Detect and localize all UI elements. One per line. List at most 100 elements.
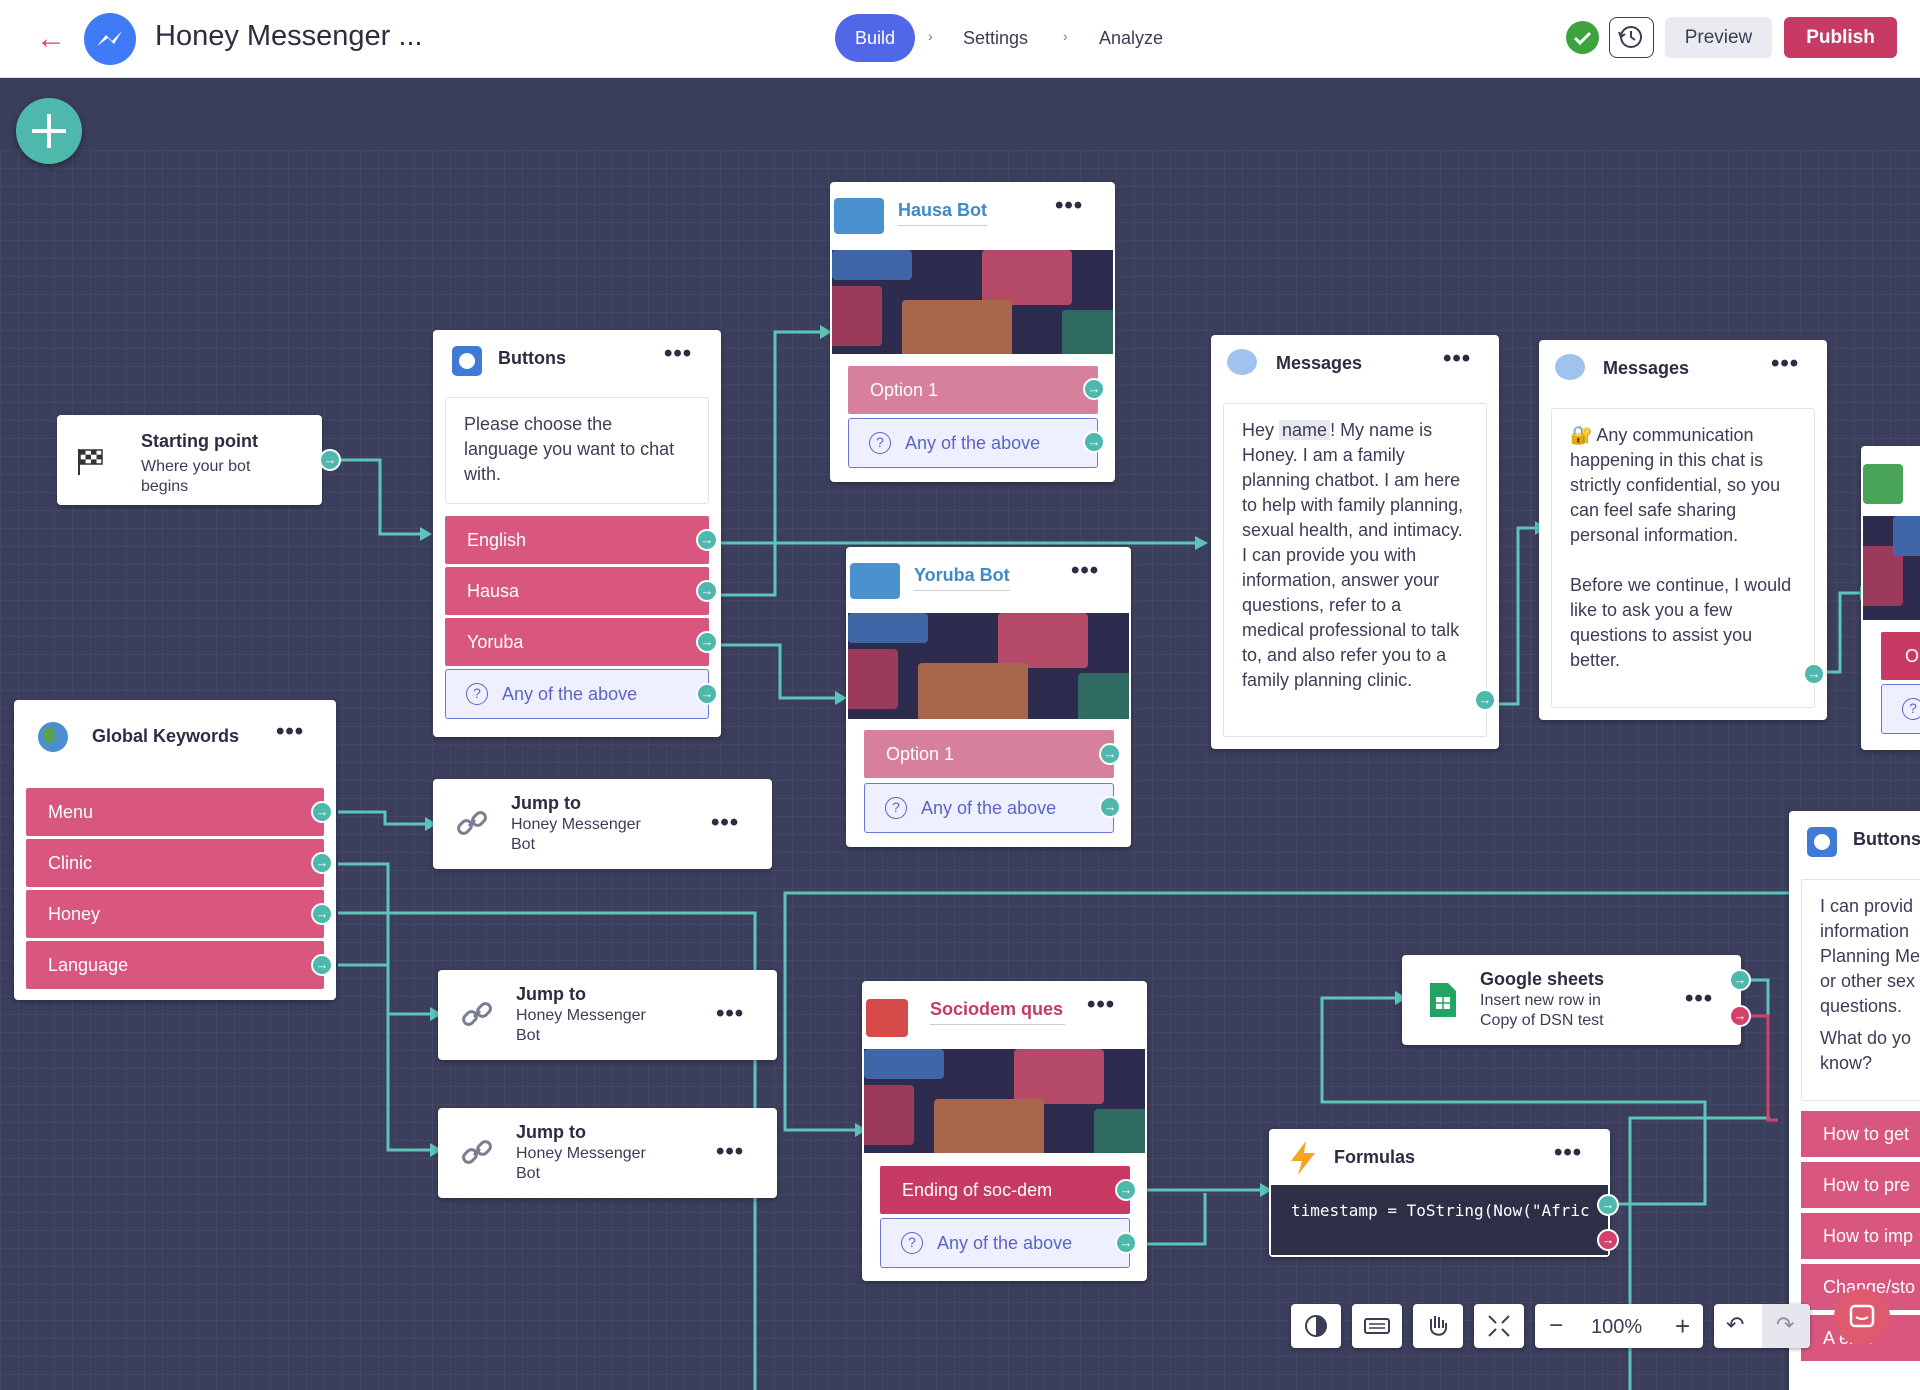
- option-hausa[interactable]: Hausa: [445, 567, 709, 615]
- option-yoruba[interactable]: Yoruba: [445, 618, 709, 666]
- starting-point-node[interactable]: Starting point Where your bot begins →: [57, 415, 341, 505]
- output-port-error[interactable]: →: [1729, 1005, 1751, 1027]
- sociodem-node[interactable]: Sociodem ques ••• Ending of soc-dem ? Any…: [862, 981, 1147, 1281]
- output-port[interactable]: →: [311, 903, 333, 925]
- partial-option[interactable]: O: [1881, 632, 1920, 680]
- keyword-honey[interactable]: Honey: [26, 890, 324, 938]
- pan-hand-button[interactable]: [1413, 1304, 1463, 1348]
- more-options-icon[interactable]: •••: [1685, 985, 1713, 1013]
- option-ending-of-soc-dem[interactable]: Ending of soc-dem: [880, 1166, 1130, 1214]
- more-options-icon[interactable]: •••: [664, 340, 692, 368]
- more-options-icon[interactable]: •••: [1443, 345, 1471, 373]
- formulas-node[interactable]: Formulas ••• timestamp = ToString(Now("A…: [1269, 1129, 1619, 1257]
- node-title: Formulas: [1334, 1147, 1416, 1167]
- keyword-clinic[interactable]: Clinic: [26, 839, 324, 887]
- formula-code[interactable]: timestamp = ToString(Now("Afric: [1271, 1185, 1608, 1255]
- message-text[interactable]: Hey name! My name is Honey. I am a famil…: [1223, 403, 1487, 737]
- messages-node-1[interactable]: Messages ••• Hey name! My name is Honey.…: [1211, 335, 1499, 749]
- output-port-success[interactable]: →: [1597, 1194, 1619, 1216]
- output-port[interactable]: →: [1115, 1232, 1137, 1254]
- output-port[interactable]: →: [696, 580, 718, 602]
- checkered-flag-icon: [78, 449, 103, 475]
- google-sheets-node[interactable]: Google sheets Insert new row in Copy of …: [1402, 955, 1751, 1045]
- tab-settings[interactable]: Settings: [963, 14, 1028, 62]
- more-options-icon[interactable]: •••: [1055, 192, 1083, 220]
- output-port[interactable]: →: [311, 954, 333, 976]
- option-any-of-the-above[interactable]: ? Any of the above: [445, 669, 709, 719]
- node-title: Yoruba Bot: [914, 565, 1010, 591]
- tab-analyze[interactable]: Analyze: [1099, 14, 1163, 62]
- output-port[interactable]: →: [1099, 743, 1121, 765]
- history-button[interactable]: [1609, 17, 1654, 58]
- keyword-menu[interactable]: Menu: [26, 788, 324, 836]
- back-arrow-icon[interactable]: ←: [34, 22, 68, 56]
- buttons-node[interactable]: Buttons ••• Please choose the language y…: [433, 330, 721, 737]
- output-port[interactable]: →: [1474, 689, 1496, 711]
- keyword-language[interactable]: Language: [26, 941, 324, 989]
- yoruba-bot-node[interactable]: Yoruba Bot ••• Option 1 ? Any of the abov…: [846, 547, 1131, 847]
- preview-button[interactable]: Preview: [1665, 17, 1772, 58]
- more-options-icon[interactable]: •••: [1087, 991, 1115, 1019]
- contrast-button[interactable]: [1291, 1304, 1341, 1348]
- redo-icon[interactable]: ↷: [1776, 1312, 1794, 1338]
- more-options-icon[interactable]: •••: [711, 809, 739, 837]
- partial-node-right[interactable]: O ?: [1861, 446, 1920, 750]
- output-port[interactable]: →: [696, 631, 718, 653]
- more-options-icon[interactable]: •••: [276, 718, 304, 746]
- lego-brick-icon: [1863, 464, 1903, 504]
- option-any-of-the-above[interactable]: ?: [1881, 684, 1920, 734]
- more-options-icon[interactable]: •••: [716, 1000, 744, 1028]
- output-port-success[interactable]: →: [1729, 969, 1751, 991]
- more-options-icon[interactable]: •••: [1071, 557, 1099, 585]
- option-any-of-the-above[interactable]: ? Any of the above: [848, 418, 1098, 468]
- output-port[interactable]: →: [311, 801, 333, 823]
- output-port[interactable]: →: [1115, 1179, 1137, 1201]
- node-title: Jump to: [516, 984, 586, 1004]
- undo-icon[interactable]: ↶: [1726, 1312, 1744, 1338]
- output-port[interactable]: →: [1083, 431, 1105, 453]
- option-english[interactable]: English: [445, 516, 709, 564]
- chat-launcher-button[interactable]: [1834, 1289, 1890, 1345]
- output-port[interactable]: →: [696, 529, 718, 551]
- output-port[interactable]: →: [1083, 378, 1105, 400]
- node-title: Sociodem ques: [930, 999, 1065, 1025]
- output-port[interactable]: →: [1803, 663, 1825, 685]
- tab-build[interactable]: Build: [835, 14, 915, 62]
- option-how-to-prevent[interactable]: How to pre: [1801, 1162, 1920, 1208]
- add-node-button[interactable]: [16, 98, 82, 164]
- output-port[interactable]: →: [696, 683, 718, 705]
- option-how-to-get[interactable]: How to get: [1801, 1111, 1920, 1157]
- output-port[interactable]: →: [1099, 796, 1121, 818]
- google-sheets-icon: [1430, 983, 1456, 1017]
- publish-button[interactable]: Publish: [1784, 17, 1897, 58]
- output-port[interactable]: →: [319, 449, 341, 471]
- wire-start-buttons: [330, 458, 420, 536]
- yoruba-option-1[interactable]: Option 1: [864, 730, 1114, 778]
- jump-to-node-3[interactable]: Jump to Honey Messenger Bot •••: [438, 1108, 777, 1198]
- buttons-prompt-text[interactable]: Please choose the language you want to c…: [445, 397, 709, 504]
- output-port-error[interactable]: →: [1597, 1229, 1619, 1251]
- bot-title[interactable]: Honey Messenger ...: [155, 20, 423, 53]
- option-any-of-the-above[interactable]: ? Any of the above: [864, 783, 1114, 833]
- jump-to-node-2[interactable]: Jump to Honey Messenger Bot •••: [438, 970, 777, 1060]
- messages-node-2[interactable]: Messages ••• 🔐 Any communication happeni…: [1539, 340, 1827, 720]
- global-keywords-node[interactable]: Global Keywords ••• Menu Clinic Honey La…: [14, 700, 336, 1000]
- output-port[interactable]: →: [311, 852, 333, 874]
- fit-view-button[interactable]: [1474, 1304, 1524, 1348]
- hausa-option-1[interactable]: Option 1: [848, 366, 1098, 414]
- hausa-bot-node[interactable]: Hausa Bot ••• Option 1 ? Any of the above…: [830, 182, 1115, 482]
- more-options-icon[interactable]: •••: [1554, 1139, 1582, 1167]
- buttons-prompt-text[interactable]: I can provid information Planning Me or …: [1801, 879, 1920, 1101]
- message-text[interactable]: 🔐 Any communication happening in this ch…: [1551, 408, 1815, 708]
- question-icon: ?: [901, 1232, 923, 1254]
- more-options-icon[interactable]: •••: [1771, 350, 1799, 378]
- flow-canvas[interactable]: Starting point Where your bot begins → B…: [0, 78, 1920, 1390]
- option-any-of-the-above[interactable]: ? Any of the above: [880, 1218, 1130, 1268]
- keyboard-button[interactable]: [1352, 1304, 1402, 1348]
- name-variable-chip[interactable]: name: [1279, 420, 1331, 440]
- jump-to-node-1[interactable]: Jump to Honey Messenger Bot •••: [433, 779, 772, 869]
- zoom-out-icon[interactable]: −: [1549, 1312, 1563, 1340]
- zoom-in-icon[interactable]: +: [1675, 1311, 1690, 1342]
- option-how-to-improve[interactable]: How to imp: [1801, 1213, 1920, 1259]
- more-options-icon[interactable]: •••: [716, 1138, 744, 1166]
